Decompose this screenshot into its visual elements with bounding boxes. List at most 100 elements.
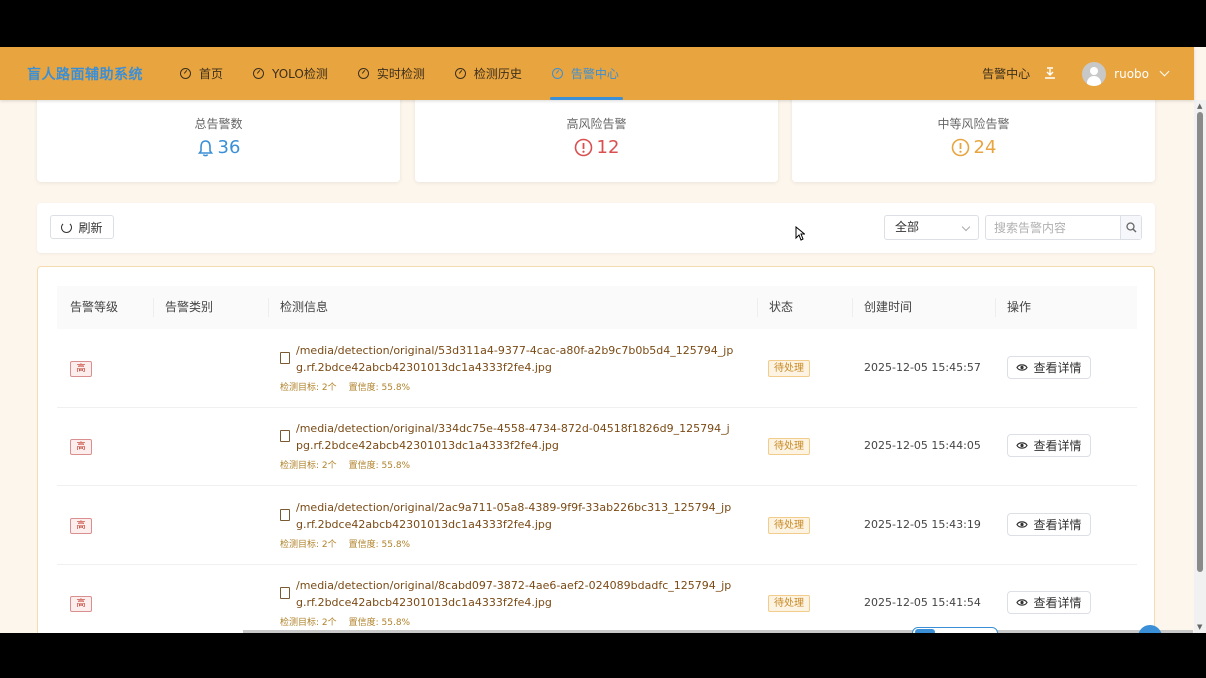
nav-item-yolo[interactable]: YOLO检测 <box>253 47 328 100</box>
document-icon <box>280 430 290 442</box>
download-icon[interactable] <box>1044 66 1058 81</box>
nav-item-label: YOLO检测 <box>272 67 328 81</box>
stat-label: 总告警数 <box>194 117 243 131</box>
search-icon <box>1125 222 1136 233</box>
confidence: 置信度: 55.8% <box>348 383 411 393</box>
dashboard-icon <box>454 68 466 79</box>
column-header: 检测信息 <box>267 286 328 329</box>
brand-title[interactable]: 盲人路面辅助系统 <box>27 64 143 84</box>
confidence: 置信度: 55.8% <box>348 540 411 550</box>
eye-icon <box>1016 521 1029 528</box>
detection-meta: 检测目标: 2个 置信度: 55.8% <box>280 380 422 393</box>
scroll-thumb[interactable] <box>1197 112 1203 572</box>
status-badge: 待处理 <box>768 517 810 534</box>
eye-icon <box>1016 364 1029 371</box>
alert-circle-icon <box>574 138 592 157</box>
stat-card-medium: 中等风险告警 24 <box>792 92 1155 182</box>
created-time: 2025-12-05 15:45:57 <box>864 361 981 374</box>
alerts-table: 告警等级 告警类别 检测信息 状态 创建时间 操作 高 /media/detec… <box>37 266 1155 633</box>
table-row: 高 /media/detection/original/334dc75e-455… <box>57 407 1137 486</box>
detection-path[interactable]: /media/detection/original/334dc75e-4558-… <box>296 420 736 454</box>
horizontal-scrollbar[interactable] <box>243 630 1193 633</box>
button-label: 查看详情 <box>1033 518 1082 532</box>
eye-icon <box>1016 442 1029 449</box>
dashboard-icon <box>551 68 563 79</box>
stat-label: 高风险告警 <box>566 117 627 131</box>
stat-value: 12 <box>596 137 620 158</box>
level-tag: 高 <box>70 439 92 455</box>
stat-value: 36 <box>217 137 241 158</box>
confidence: 置信度: 55.8% <box>348 618 411 628</box>
target-count: 检测目标: 2个 <box>280 461 337 471</box>
search-input[interactable] <box>986 216 1120 239</box>
nav-item-alerts[interactable]: 告警中心 <box>549 47 623 100</box>
stat-label: 中等风险告警 <box>937 117 1010 131</box>
scroll-down-icon[interactable]: ▼ <box>1197 623 1202 631</box>
table-row: 高 /media/detection/original/53d311a4-937… <box>57 329 1137 408</box>
stat-value-row: 36 <box>37 137 400 158</box>
detection-meta: 检测目标: 2个 置信度: 55.8% <box>280 458 422 471</box>
dashboard-icon <box>357 68 369 79</box>
stat-value-row: 12 <box>415 137 778 158</box>
detection-path[interactable]: /media/detection/original/8cabd097-3872-… <box>296 577 736 611</box>
search-button[interactable] <box>1120 216 1141 239</box>
floating-toggle[interactable] <box>912 627 998 633</box>
avatar[interactable] <box>1082 61 1107 86</box>
target-count: 检测目标: 2个 <box>280 540 337 550</box>
level-tag: 高 <box>70 361 92 377</box>
button-label: 查看详情 <box>1033 596 1082 610</box>
header-alert-link[interactable]: 告警中心 <box>982 65 1030 82</box>
vertical-scrollbar[interactable]: ▲ ▼ <box>1194 100 1206 633</box>
button-label: 查看详情 <box>1033 439 1082 453</box>
nav-item-realtime[interactable]: 实时检测 <box>357 47 425 100</box>
column-header: 创建时间 <box>851 286 912 329</box>
dashboard-icon <box>180 68 191 79</box>
created-time: 2025-12-05 15:43:19 <box>864 518 981 531</box>
level-filter-select[interactable]: 全部 <box>884 215 979 240</box>
detection-meta: 检测目标: 2个 置信度: 55.8% <box>280 537 422 550</box>
eye-icon <box>1016 599 1029 606</box>
nav-item-history[interactable]: 检测历史 <box>454 47 522 100</box>
nav-item-label: 检测历史 <box>473 67 522 81</box>
column-header: 状态 <box>756 286 793 329</box>
status-badge: 待处理 <box>768 595 810 612</box>
stat-value-row: 24 <box>792 137 1155 158</box>
level-tag: 高 <box>70 518 92 534</box>
refresh-icon <box>61 221 73 233</box>
table-row: 高 /media/detection/original/2ac9a711-05a… <box>57 486 1137 565</box>
mouse-cursor-icon <box>795 226 805 241</box>
dashboard-icon <box>253 68 265 79</box>
top-header: 盲人路面辅助系统 首页 YOLO检测 实时检测 检测历史 告警中心 告警中心 r… <box>0 47 1194 100</box>
nav-item-label: 实时检测 <box>376 67 425 81</box>
nav-item-label: 告警中心 <box>570 67 619 81</box>
app-window: 盲人路面辅助系统 首页 YOLO检测 实时检测 检测历史 告警中心 告警中心 r… <box>0 47 1206 633</box>
confidence: 置信度: 55.8% <box>348 461 411 471</box>
column-header: 告警类别 <box>152 286 213 329</box>
chevron-down-icon[interactable] <box>1159 66 1170 77</box>
level-tag: 高 <box>70 596 92 612</box>
document-icon <box>280 509 290 521</box>
detection-path[interactable]: /media/detection/original/53d311a4-9377-… <box>296 342 736 376</box>
search-box <box>985 215 1142 240</box>
column-header: 告警等级 <box>70 300 119 314</box>
select-value: 全部 <box>895 220 920 234</box>
target-count: 检测目标: 2个 <box>280 383 337 393</box>
nav-item-label: 首页 <box>199 67 224 81</box>
status-badge: 待处理 <box>768 360 810 377</box>
view-details-button[interactable]: 查看详情 <box>1007 513 1091 536</box>
document-icon <box>280 587 290 599</box>
detection-meta: 检测目标: 2个 置信度: 55.8% <box>280 615 422 628</box>
stat-value: 24 <box>973 137 997 158</box>
chevron-down-icon <box>961 222 971 232</box>
refresh-button[interactable]: 刷新 <box>50 215 114 239</box>
detection-path[interactable]: /media/detection/original/2ac9a711-05a8-… <box>296 499 736 533</box>
username[interactable]: ruobo <box>1114 67 1149 81</box>
view-details-button[interactable]: 查看详情 <box>1007 434 1091 457</box>
scroll-up-icon[interactable]: ▲ <box>1197 102 1202 110</box>
status-badge: 待处理 <box>768 438 810 455</box>
bell-icon <box>197 139 213 156</box>
view-details-button[interactable]: 查看详情 <box>1007 591 1091 614</box>
view-details-button[interactable]: 查看详情 <box>1007 356 1091 379</box>
nav-item-home[interactable]: 首页 <box>180 47 223 100</box>
table-header: 告警等级 告警类别 检测信息 状态 创建时间 操作 <box>57 286 1137 329</box>
